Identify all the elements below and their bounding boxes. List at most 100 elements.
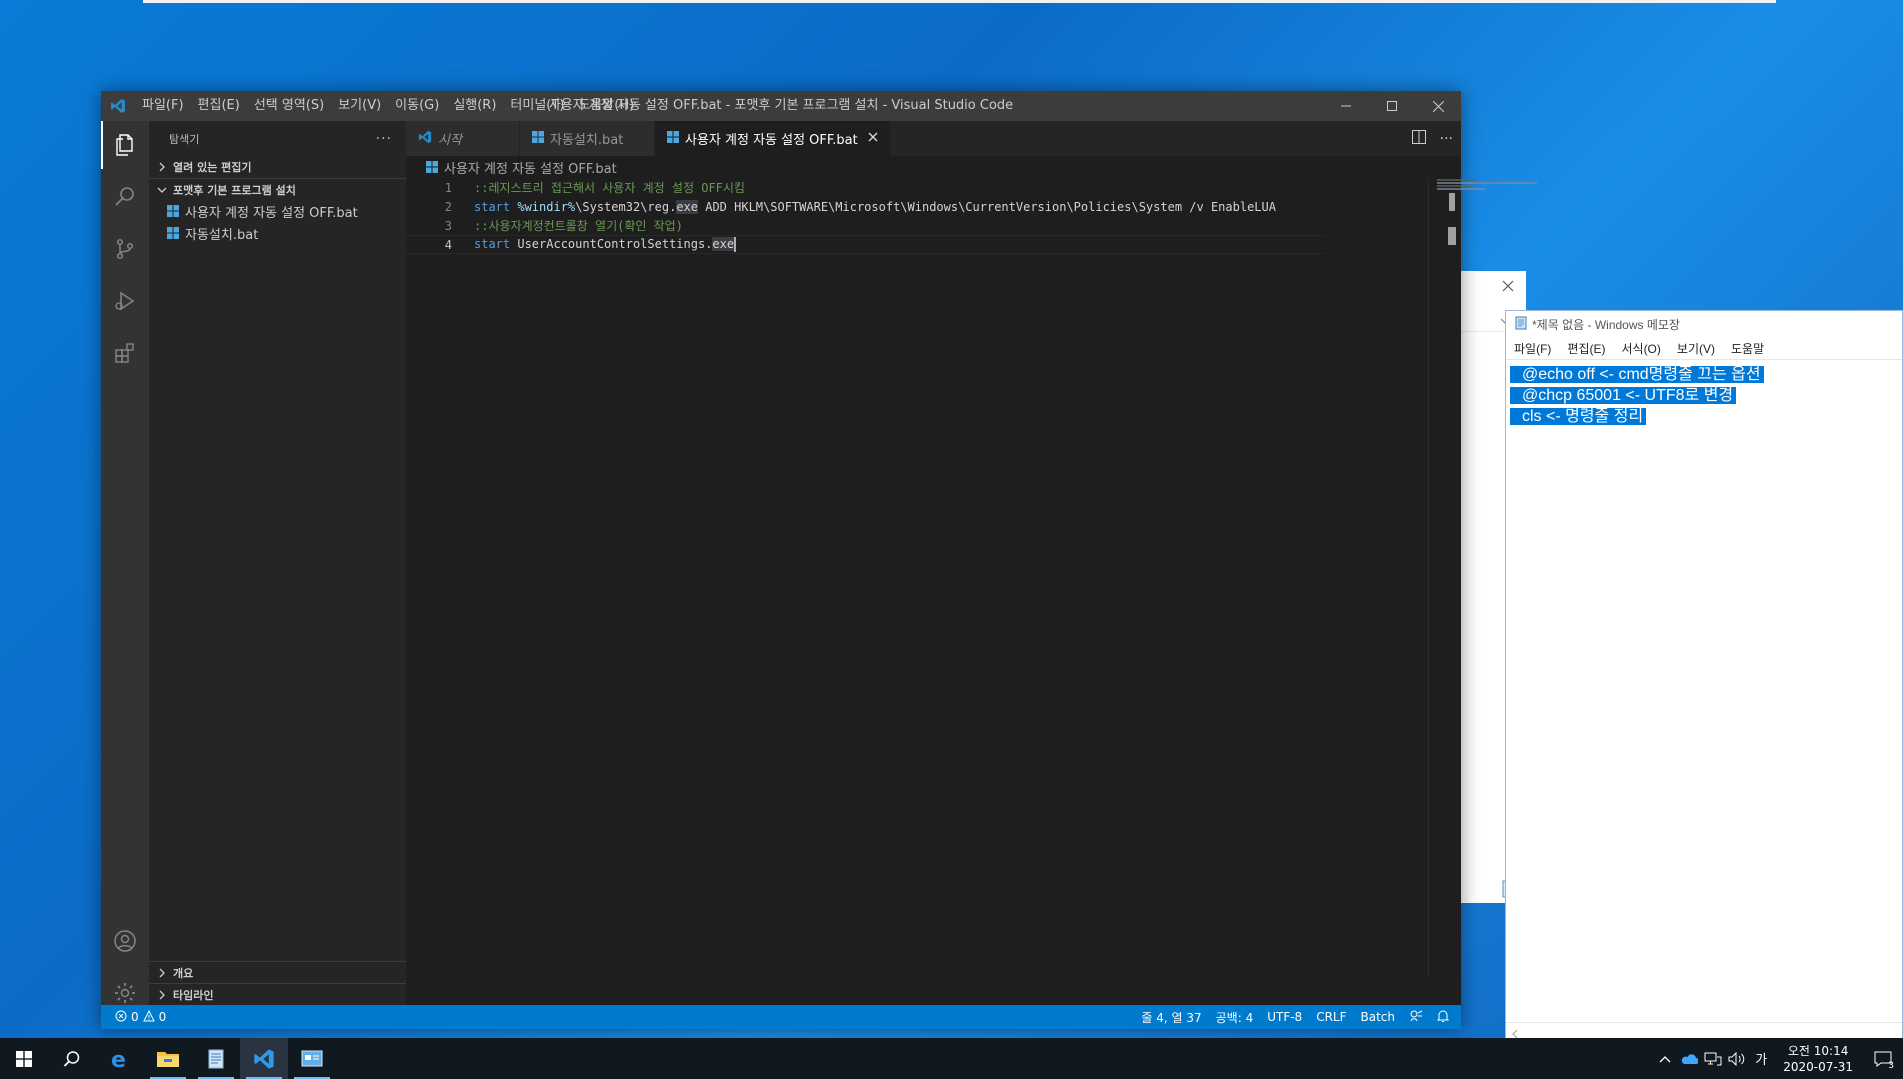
- extensions-icon[interactable]: [101, 329, 149, 377]
- minimap-line: [1437, 182, 1537, 184]
- explorer-icon[interactable]: [101, 121, 149, 169]
- selected-text: @echo off <- cmd명령줄 끄는 옵션: [1510, 366, 1764, 383]
- clock-time: 오전 10:14: [1787, 1043, 1849, 1058]
- search-icon[interactable]: [48, 1038, 96, 1079]
- menu-file[interactable]: 파일(F): [135, 91, 191, 121]
- problems-indicator[interactable]: 0 0: [101, 1009, 166, 1025]
- line-number: 4: [444, 237, 452, 252]
- scrollbar-marker[interactable]: [1449, 193, 1455, 211]
- code-text: ::레지스트리 접근해서 사용자 계정 설정 OFF시킴: [474, 181, 745, 195]
- file-explorer-icon[interactable]: [144, 1038, 192, 1079]
- warning-icon: [142, 1009, 155, 1025]
- sidebar-title: 탐색기: [169, 132, 200, 146]
- tab-welcome[interactable]: 시작: [406, 121, 520, 156]
- menu-run[interactable]: 실행(R): [446, 91, 503, 121]
- run-debug-icon[interactable]: [101, 277, 149, 325]
- code-editor[interactable]: 1 ::레지스트리 접근해서 사용자 계정 설정 OFF시킴 2 start %…: [406, 178, 1326, 978]
- notepad-menu-format[interactable]: 서식(O): [1613, 340, 1668, 357]
- vscode-taskbar-icon[interactable]: [240, 1038, 288, 1079]
- more-actions-icon[interactable]: ···: [376, 131, 392, 147]
- close-icon[interactable]: [868, 131, 878, 146]
- minimap-line: [1437, 179, 1477, 181]
- source-control-icon[interactable]: [101, 225, 149, 273]
- cursor-position[interactable]: 줄 4, 열 37: [1141, 1009, 1201, 1026]
- network-icon[interactable]: [1701, 1052, 1725, 1066]
- file-item[interactable]: 사용자 계정 자동 설정 OFF.bat: [149, 200, 406, 222]
- volume-icon[interactable]: [1725, 1051, 1749, 1066]
- status-items: 줄 4, 열 37 공백: 4 UTF-8 CRLF Batch: [1141, 1005, 1450, 1029]
- chevron-right-icon: [155, 968, 169, 978]
- error-icon: [115, 1010, 127, 1025]
- edge-browser-icon[interactable]: e: [96, 1038, 144, 1079]
- status-bar: 0 0 줄 4, 열 37 공백: 4 UTF-8 CRLF Batch: [101, 1005, 1461, 1029]
- timeline-section[interactable]: 타임라인: [149, 983, 406, 1005]
- clock[interactable]: 오전 10:14 2020-07-31: [1773, 1043, 1863, 1075]
- encoding[interactable]: UTF-8: [1267, 1010, 1302, 1024]
- notepad-line: @echo off <- cmd명령줄 끄는 옵션: [1510, 364, 1902, 385]
- file-item[interactable]: 자동설치.bat: [149, 222, 406, 244]
- notepad-menu-bar: 파일(F) 편집(E) 서식(O) 보기(V) 도움말: [1506, 338, 1902, 360]
- notepad-menu-view[interactable]: 보기(V): [1669, 340, 1723, 357]
- search-icon[interactable]: [101, 173, 149, 221]
- notepad-line: @chcp 65001 <- UTF8로 변경: [1510, 385, 1902, 406]
- more-actions-icon[interactable]: ···: [1440, 131, 1453, 147]
- scrollbar-marker[interactable]: [1448, 227, 1456, 245]
- menu-terminal[interactable]: 터미널(T): [503, 91, 571, 121]
- tab-uac-off[interactable]: 사용자 계정 자동 설정 OFF.bat: [655, 121, 891, 156]
- start-button[interactable]: [0, 1038, 48, 1079]
- account-icon[interactable]: [101, 917, 149, 965]
- code-line: 2 start %windir%\System32\reg.exe ADD HK…: [406, 197, 1326, 216]
- file-label: 사용자 계정 자동 설정 OFF.bat: [185, 205, 358, 221]
- indentation[interactable]: 공백: 4: [1216, 1009, 1254, 1026]
- minimize-button[interactable]: [1323, 91, 1369, 121]
- chevron-up-icon[interactable]: [1653, 1055, 1677, 1063]
- notepad-taskbar-icon[interactable]: [192, 1038, 240, 1079]
- onedrive-icon[interactable]: [1677, 1053, 1701, 1065]
- ime-indicator[interactable]: 가: [1749, 1049, 1773, 1068]
- code-keyword: start: [474, 199, 511, 214]
- windows-file-icon: [424, 159, 440, 175]
- menu-edit[interactable]: 편집(E): [191, 91, 247, 121]
- end-of-line[interactable]: CRLF: [1316, 1010, 1346, 1024]
- control-panel-icon[interactable]: [288, 1038, 336, 1079]
- split-editor-icon[interactable]: [1411, 129, 1426, 148]
- menu-go[interactable]: 이동(G): [388, 91, 446, 121]
- windows-file-icon: [165, 203, 181, 219]
- open-editors-section[interactable]: 열려 있는 편집기: [149, 156, 406, 178]
- notifications-bell-icon[interactable]: [1436, 1009, 1450, 1026]
- tab-label: 시작: [438, 133, 462, 148]
- maximize-button[interactable]: [1369, 91, 1415, 121]
- notepad-text-area[interactable]: @echo off <- cmd명령줄 끄는 옵션 @chcp 65001 <-…: [1506, 360, 1902, 427]
- tab-autoinstall[interactable]: 자동설치.bat: [520, 121, 655, 156]
- close-button[interactable]: [1415, 91, 1461, 121]
- code-plain: \System32\reg.: [575, 199, 677, 214]
- breadcrumb[interactable]: 사용자 계정 자동 설정 OFF.bat: [406, 156, 1461, 178]
- notepad-icon: [1514, 316, 1528, 333]
- breadcrumb-file: 사용자 계정 자동 설정 OFF.bat: [444, 161, 617, 177]
- menu-view[interactable]: 보기(V): [331, 91, 388, 121]
- notepad-menu-help[interactable]: 도움말: [1723, 340, 1772, 357]
- chevron-right-icon: [155, 162, 169, 172]
- folder-section[interactable]: 포맷후 기본 프로그램 설치: [149, 178, 406, 200]
- feedback-icon[interactable]: [1409, 1009, 1423, 1026]
- action-center-icon[interactable]: 3: [1863, 1038, 1903, 1079]
- notepad-title: *제목 없음 - Windows 메모장: [1532, 318, 1680, 332]
- tab-label: 사용자 계정 자동 설정 OFF.bat: [685, 133, 858, 148]
- minimap-line: [1437, 185, 1473, 187]
- menu-help[interactable]: 도움말(H): [571, 91, 641, 121]
- explorer-sidebar: 탐색기 ··· 열려 있는 편집기 포맷후 기본 프로그램 설치 사용자 계정 …: [149, 121, 406, 1005]
- sidebar-header: 탐색기 ···: [149, 121, 406, 156]
- notepad-menu-edit[interactable]: 편집(E): [1559, 340, 1613, 357]
- outline-section[interactable]: 개요: [149, 961, 406, 983]
- code-highlight: exe: [712, 237, 735, 251]
- menu-selection[interactable]: 선택 영역(S): [247, 91, 331, 121]
- tab-bar: 시작 자동설치.bat 사용자 계정 자동 설정 OFF.bat ···: [406, 121, 1461, 156]
- chevron-right-icon: [155, 990, 169, 1000]
- notepad-menu-file[interactable]: 파일(F): [1506, 340, 1559, 357]
- code-text: ::사용자계정컨트롤창 열기(확인 작업): [474, 219, 683, 233]
- language-mode[interactable]: Batch: [1361, 1010, 1396, 1024]
- vscode-window[interactable]: 사용자 계정 자동 설정 OFF.bat - 포맷후 기본 프로그램 설치 - …: [101, 91, 1537, 1029]
- file-label: 자동설치.bat: [185, 227, 259, 243]
- chevron-down-icon: [155, 186, 169, 194]
- notepad-window[interactable]: *제목 없음 - Windows 메모장 파일(F) 편집(E) 서식(O) 보…: [1505, 310, 1903, 1041]
